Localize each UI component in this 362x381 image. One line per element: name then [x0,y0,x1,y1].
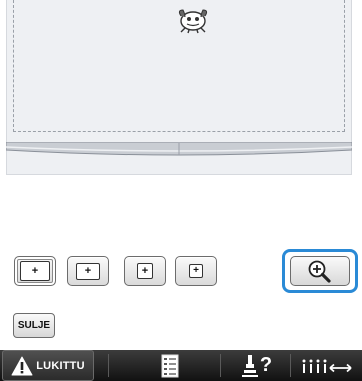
frame-small-icon: + [189,264,203,278]
zoom-button[interactable] [290,256,350,286]
frame-small-button[interactable]: + [175,256,217,286]
checklist-button[interactable] [150,350,190,381]
embroidery-hoop-rail [6,142,352,156]
frame-extra-large-button[interactable]: + [14,256,56,286]
checklist-icon [161,354,179,377]
frame-medium-icon: + [137,263,153,279]
bottom-bar: LUKITTU ? [0,350,362,381]
frame-large-button[interactable]: + [67,256,109,286]
divider [220,354,221,377]
help-button[interactable]: ? [232,350,282,381]
embroidery-frame-screen: + + + + SULJE LUKITTU ? [0,0,362,381]
presser-foot-help-icon [241,354,258,377]
lock-label: LUKITTU [36,359,85,372]
embroidery-motif-icon [178,9,208,34]
help-question-mark: ? [259,354,273,376]
divider [290,354,291,377]
frame-large-icon: + [76,262,100,280]
thread-tension-icon [302,359,352,373]
close-button[interactable]: SULJE [13,313,55,338]
lock-button[interactable]: LUKITTU [2,350,94,381]
divider [108,354,109,377]
warning-lock-icon [11,356,33,375]
frame-medium-button[interactable]: + [124,256,166,286]
frame-extra-large-icon: + [20,261,50,281]
magnifier-plus-icon [308,260,331,283]
blank-workspace [6,175,352,245]
thread-tension-button[interactable] [296,350,358,381]
